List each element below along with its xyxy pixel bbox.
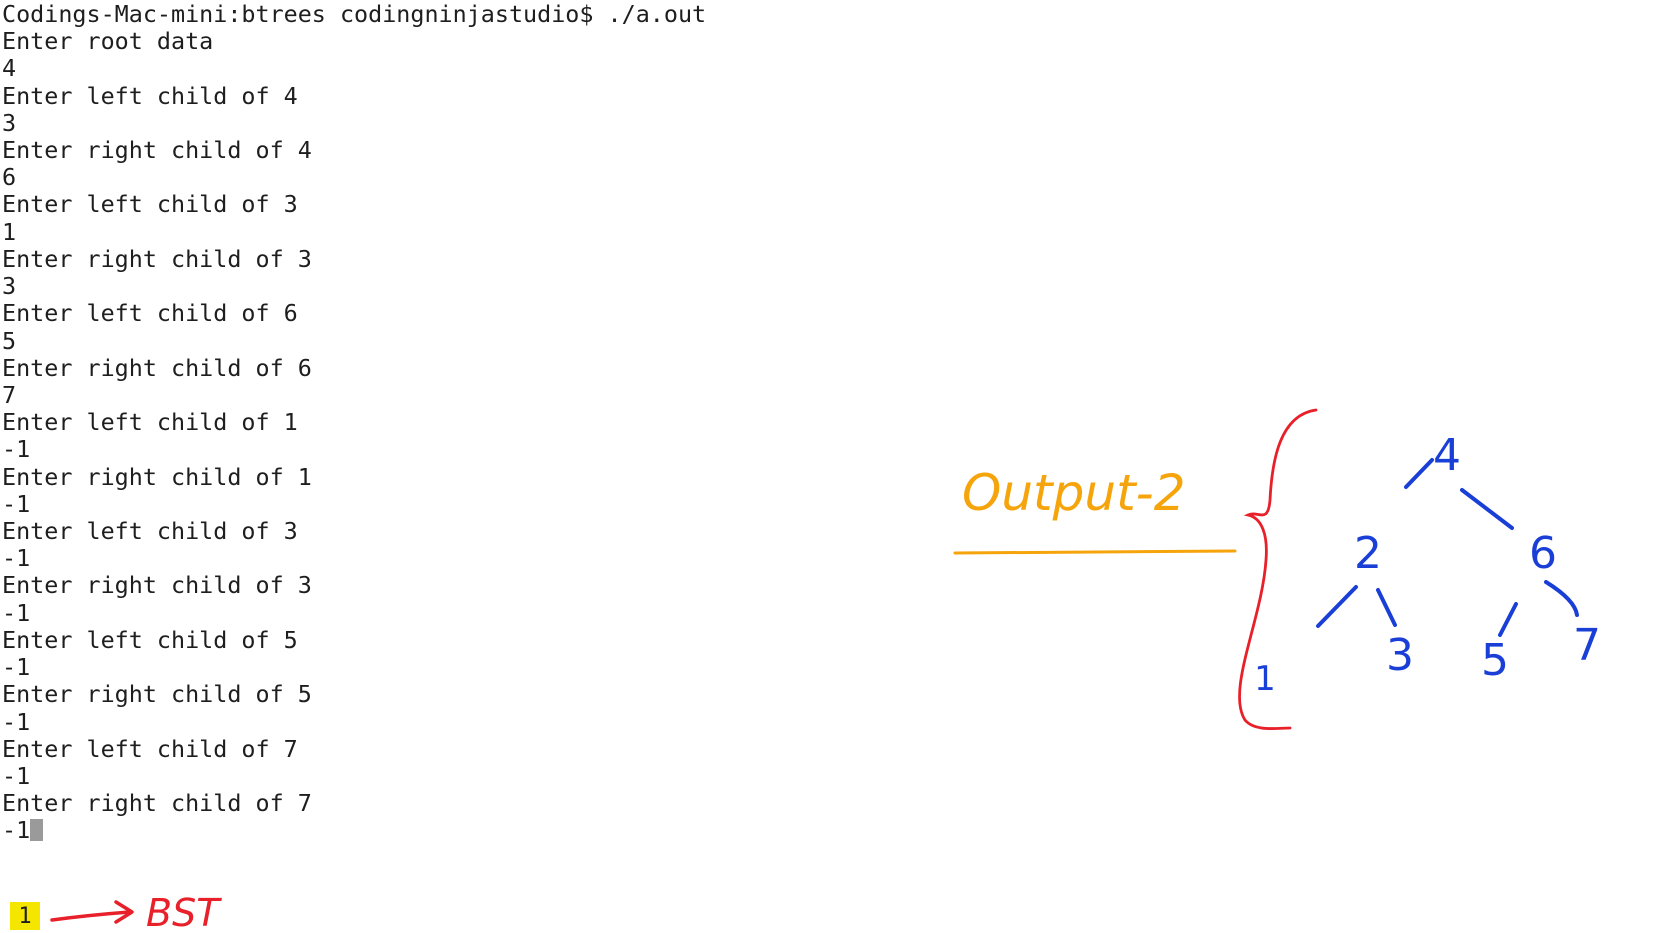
annotation-layer: BST Output-2 4 2 6 1 3 5 7 [50, 408, 1601, 933]
tree-node-left-right: 3 [1386, 630, 1414, 681]
output-label: Output-2 [962, 464, 1186, 522]
edge-4-2 [1404, 458, 1434, 489]
tree-node-root: 4 [1433, 430, 1461, 481]
tree-node-right: 6 [1529, 528, 1557, 579]
tree-node-right-left: 5 [1481, 635, 1509, 686]
edge-2-3 [1376, 588, 1397, 627]
bst-label: BST [146, 891, 222, 933]
tree-node-right-right: 7 [1573, 620, 1601, 671]
curly-brace [1238, 408, 1318, 731]
tree-node-left: 2 [1354, 528, 1382, 579]
edge-6-5 [1498, 602, 1518, 637]
edge-6-7 [1544, 580, 1579, 617]
edge-4-6 [1460, 488, 1514, 530]
bst-arrow [50, 900, 134, 924]
edge-2-1 [1316, 585, 1358, 628]
output-underline [953, 549, 1237, 555]
bst-tree-diagram: 4 2 6 1 3 5 7 [1254, 430, 1601, 699]
tree-node-left-left: 1 [1254, 659, 1276, 699]
